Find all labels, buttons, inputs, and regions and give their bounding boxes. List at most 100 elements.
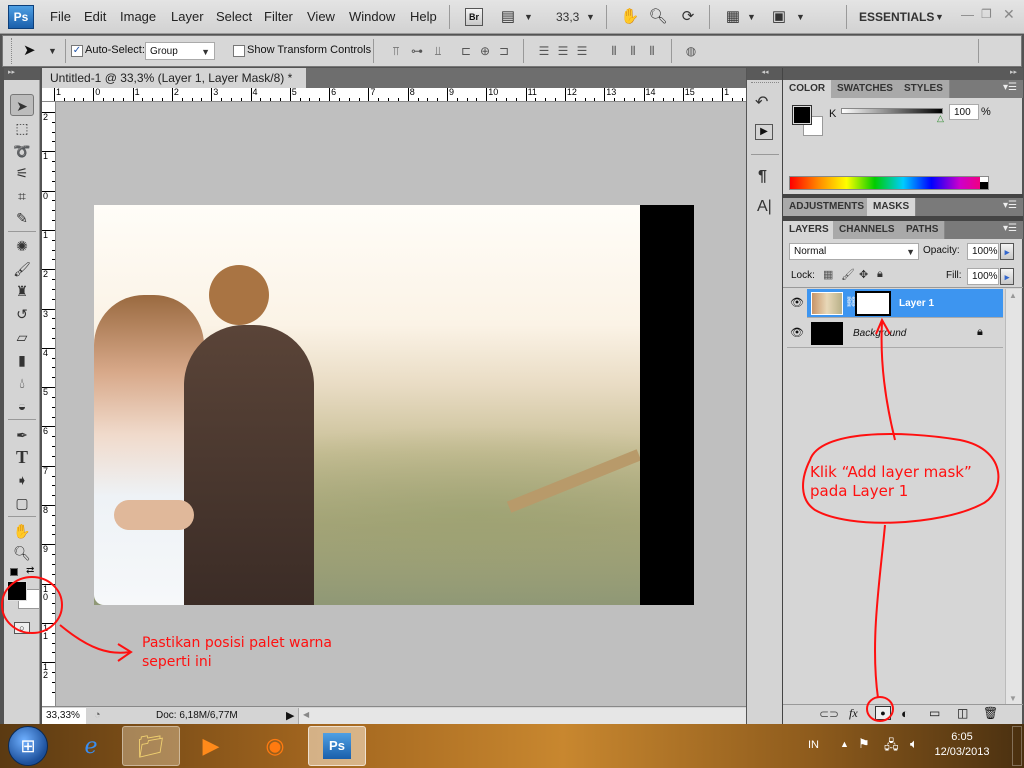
panel-menu-icon[interactable]: ▾☰: [1003, 82, 1017, 93]
pen-tool[interactable]: ✒: [10, 424, 34, 446]
link-layers-icon[interactable]: ⊂⊃: [819, 707, 839, 721]
language-indicator[interactable]: IN: [808, 739, 819, 751]
rotate-view-icon[interactable]: ⟳: [677, 7, 699, 27]
distribute-vcenter-icon[interactable]: ☰: [555, 44, 571, 58]
k-slider-thumb[interactable]: △: [937, 113, 944, 124]
zoom-dropdown-icon[interactable]: ▼: [586, 12, 595, 22]
firefox-taskbar[interactable]: ◉: [246, 726, 304, 766]
menu-layer[interactable]: Layer: [171, 9, 204, 24]
align-left-icon[interactable]: ⊏: [458, 44, 474, 58]
delete-layer-icon[interactable]: 🗑︎: [983, 706, 998, 720]
menu-select[interactable]: Select: [216, 9, 252, 24]
restore-icon[interactable]: ❐: [981, 7, 992, 21]
zoom-tool[interactable]: 🔍︎: [10, 542, 34, 564]
collapse-panels-icon[interactable]: ▸▸: [783, 68, 1023, 80]
k-slider[interactable]: [841, 108, 943, 114]
photoshop-taskbar[interactable]: Ps: [308, 726, 366, 766]
vertical-ruler[interactable]: 2 1 0 1 2 3 4 5 6 7 8 9 10 11 12: [42, 102, 56, 706]
auto-select-dropdown[interactable]: Group ▼: [145, 42, 215, 60]
lock-all-icon[interactable]: 🔒︎: [877, 268, 883, 281]
volume-icon[interactable]: 🔈︎: [910, 736, 918, 752]
expand-dock-icon[interactable]: ◂◂: [747, 68, 783, 80]
windows-explorer-taskbar[interactable]: 📁︎: [122, 726, 180, 766]
move-tool-preset-icon[interactable]: ➤: [23, 41, 36, 59]
zoom-level[interactable]: 33,3: [556, 10, 579, 24]
status-menu-arrow-icon[interactable]: ▶: [286, 709, 294, 722]
screen-mode-dropdown-icon[interactable]: ▼: [796, 12, 805, 22]
distribute-right-icon[interactable]: ⫴: [644, 44, 660, 58]
color-spectrum-bar[interactable]: [789, 176, 989, 190]
history-panel-icon[interactable]: ↶: [755, 92, 768, 112]
workspace-dropdown-icon[interactable]: ▼: [935, 12, 944, 22]
k-value-field[interactable]: 100: [949, 104, 979, 120]
lock-transparent-icon[interactable]: ▦: [823, 268, 833, 281]
horizontal-scrollbar[interactable]: ◀: [298, 708, 746, 724]
grip-handle[interactable]: [751, 82, 779, 85]
visibility-eye-icon[interactable]: 👁︎: [787, 319, 807, 348]
opacity-field[interactable]: 100%: [967, 243, 999, 260]
layer-mask-thumbnail[interactable]: [855, 291, 891, 316]
horizontal-ruler[interactable]: 1 0 1 2 3 4 5 6 7 8 9 10 11 12 13 14 15 1: [42, 88, 746, 102]
eraser-tool[interactable]: ▱: [10, 326, 34, 348]
arrange-documents-icon[interactable]: ▦: [722, 7, 744, 27]
align-bottom-icon[interactable]: ⫫: [430, 44, 446, 58]
swap-colors-icon[interactable]: ⇄: [26, 565, 34, 576]
grip-handle[interactable]: [11, 38, 15, 64]
gradient-tool[interactable]: ▮: [10, 349, 34, 371]
hand-tool[interactable]: ✋: [10, 520, 34, 542]
clone-stamp-tool[interactable]: ♜: [10, 280, 34, 302]
menu-view[interactable]: View: [307, 9, 335, 24]
new-layer-icon[interactable]: ◫: [957, 706, 968, 720]
tab-color[interactable]: COLOR: [783, 80, 833, 98]
menu-file[interactable]: File: [50, 9, 71, 24]
distribute-top-icon[interactable]: ☰: [536, 44, 552, 58]
zoom-field[interactable]: 33,33%: [42, 708, 86, 724]
actions-panel-icon[interactable]: ▶: [755, 124, 773, 140]
canvas-area[interactable]: [56, 102, 746, 706]
blend-mode-dropdown[interactable]: Normal ▼: [789, 243, 919, 260]
panel-menu-icon[interactable]: ▾☰: [1003, 200, 1017, 211]
auto-select-checkbox[interactable]: ✓: [71, 45, 83, 57]
tab-swatches[interactable]: SWATCHES: [831, 80, 900, 98]
arrange-dropdown-icon[interactable]: ▼: [747, 12, 756, 22]
shape-tool[interactable]: ▢: [10, 492, 34, 514]
move-tool[interactable]: ➤: [10, 94, 34, 116]
chevron-down-icon[interactable]: ▼: [524, 12, 533, 22]
adjustment-layer-icon[interactable]: ◐: [901, 706, 909, 721]
crop-tool[interactable]: ⌗: [10, 185, 34, 207]
layer-name[interactable]: Background: [853, 328, 906, 339]
menu-filter[interactable]: Filter: [264, 9, 293, 24]
preset-dropdown-icon[interactable]: ▼: [48, 46, 57, 56]
scroll-up-icon[interactable]: ▲: [1009, 291, 1017, 300]
lock-position-icon[interactable]: ✥: [859, 268, 868, 281]
network-icon[interactable]: 🖧︎: [884, 736, 899, 758]
fill-field[interactable]: 100%: [967, 268, 999, 285]
scroll-left-icon[interactable]: ◀: [299, 710, 309, 719]
panel-menu-icon[interactable]: ▾☰: [1003, 223, 1017, 234]
character-panel-icon[interactable]: A|: [757, 198, 772, 216]
type-tool[interactable]: T: [10, 446, 34, 468]
fx-icon[interactable]: fx: [849, 706, 858, 721]
workspace-switcher[interactable]: ESSENTIALS: [859, 10, 934, 24]
tab-adjustments[interactable]: ADJUSTMENTS: [783, 198, 872, 216]
add-layer-mask-icon[interactable]: ●: [875, 706, 891, 720]
dodge-tool[interactable]: ◒: [10, 395, 34, 417]
menu-edit[interactable]: Edit: [84, 9, 106, 24]
default-colors-icon[interactable]: [10, 568, 18, 576]
foreground-color-swatch[interactable]: [7, 581, 27, 601]
spectrum-black[interactable]: [980, 182, 988, 189]
show-desktop-button[interactable]: [1012, 726, 1022, 766]
brush-tool[interactable]: 🖌︎: [10, 258, 34, 280]
lock-image-icon[interactable]: 🖌︎: [841, 268, 855, 281]
status-info-icon[interactable]: ◔: [94, 709, 101, 721]
distribute-left-icon[interactable]: ⫴: [606, 44, 622, 58]
opacity-slider-button[interactable]: ▸: [1000, 243, 1014, 260]
layer-name[interactable]: Layer 1: [899, 298, 934, 309]
tab-channels[interactable]: CHANNELS: [833, 221, 902, 239]
color-panel-foreground-swatch[interactable]: [792, 105, 812, 125]
distribute-bottom-icon[interactable]: ☰: [574, 44, 590, 58]
show-transform-checkbox[interactable]: [233, 45, 245, 57]
bridge-button[interactable]: Br: [465, 8, 483, 26]
minimize-icon[interactable]: —: [961, 7, 974, 22]
layers-scrollbar[interactable]: ▲ ▼: [1005, 289, 1021, 705]
